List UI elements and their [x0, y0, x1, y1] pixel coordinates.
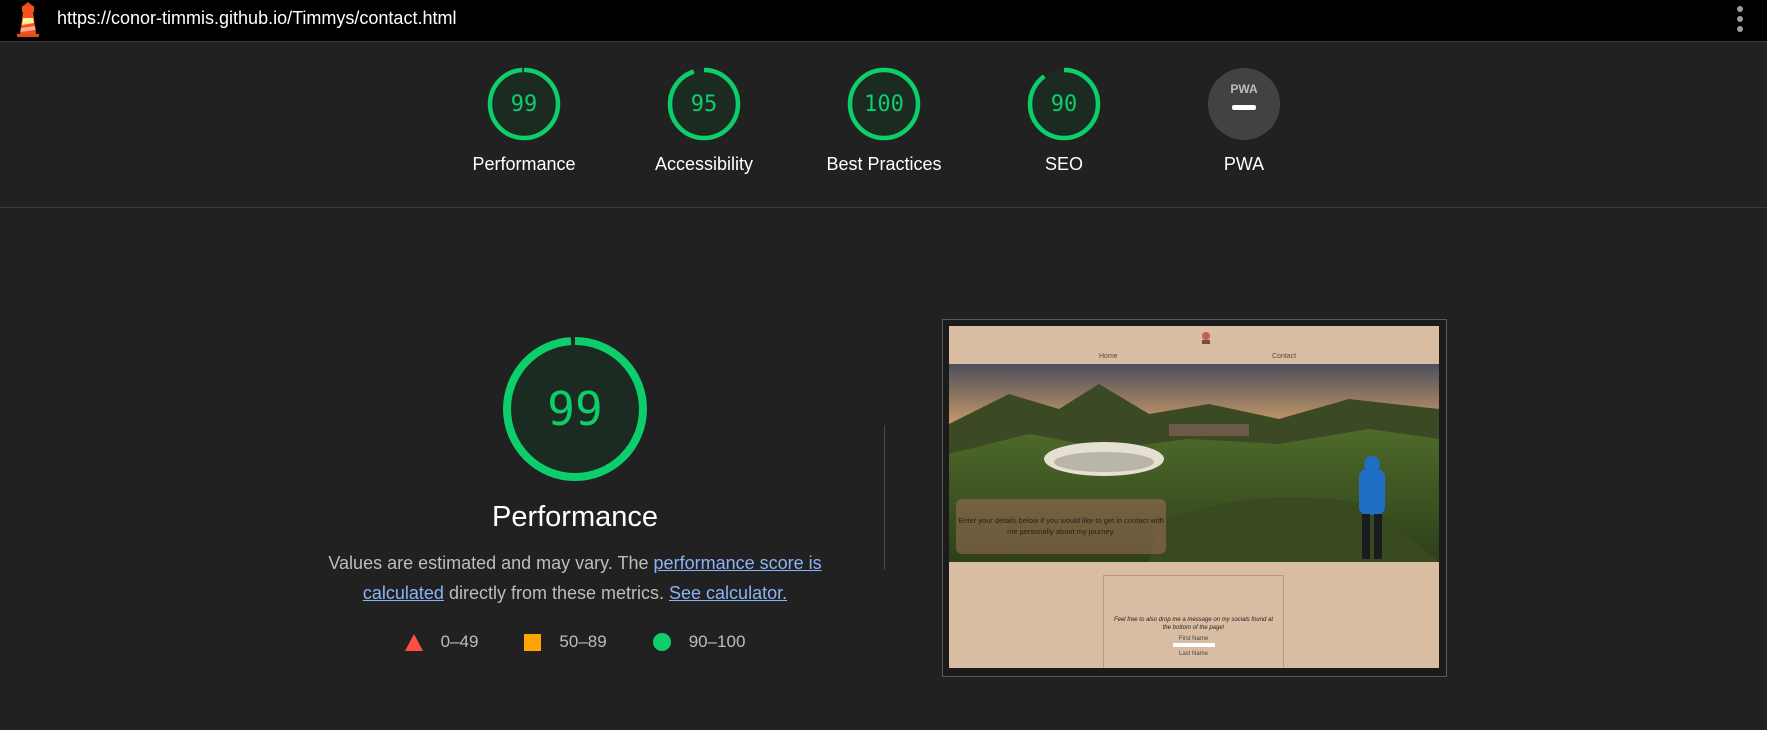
pwa-badge-icon: PWA [1208, 68, 1280, 140]
see-calculator-link[interactable]: See calculator. [669, 583, 787, 603]
gauge-score: 99 [511, 92, 538, 117]
gauge-label: SEO [1044, 154, 1083, 174]
screenshot-first-name-label: First Name [1178, 636, 1209, 642]
gauge-seo[interactable]: 90 SEO [974, 66, 1154, 175]
final-screenshot[interactable]: Home Contact Enter your details below if… [942, 319, 1447, 677]
gauge-performance[interactable]: 99 Performance [434, 66, 614, 175]
gauge-score: 95 [691, 92, 718, 117]
gauge-score: 100 [864, 92, 904, 117]
screenshot-form-note: Feel free to also drop me a message on m… [1113, 617, 1274, 631]
legend-pass: 90–100 [652, 632, 746, 652]
gauge-label: PWA [1223, 154, 1265, 174]
more-options-icon[interactable] [1735, 6, 1745, 36]
legend-range: 0–49 [440, 632, 479, 651]
performance-description: Values are estimated and may vary. The p… [315, 548, 835, 608]
triangle-icon [404, 633, 423, 651]
desc-text: Values are estimated and may vary. The [328, 553, 654, 573]
circle-icon [652, 633, 671, 651]
legend-fail: 0–49 [404, 632, 479, 652]
site-logo-icon [1202, 332, 1210, 344]
gauge-pwa[interactable]: PWA PWA [1154, 66, 1334, 175]
screenshot-nav-contact: Contact [1272, 353, 1297, 360]
square-icon [524, 633, 542, 651]
screenshot-page: Home Contact Enter your details below if… [949, 326, 1439, 668]
gauge-label: Accessibility [654, 154, 754, 174]
screenshot-first-name-input [1172, 643, 1215, 647]
performance-score: 99 [547, 382, 602, 436]
performance-title: Performance [491, 501, 658, 533]
screenshot-nav: Home Contact [949, 326, 1439, 364]
screenshot-contact-form: Feel free to also drop me a message on m… [1103, 575, 1284, 668]
legend-range: 50–89 [559, 632, 607, 651]
gauge-score: 90 [1051, 92, 1078, 117]
score-gauge-icon: 100 [847, 67, 921, 141]
score-gauge-icon: 90 [1027, 67, 1101, 141]
legend-average: 50–89 [524, 632, 607, 652]
score-gauge-icon: 99 [487, 67, 561, 141]
pwa-badge-text: PWA [1230, 82, 1258, 96]
gauge-accessibility[interactable]: 95 Accessibility [614, 66, 794, 175]
screenshot-intro-text: Enter your details below if you would li… [956, 499, 1166, 554]
performance-section: 99 Performance Values are estimated and … [300, 335, 850, 652]
top-bar: https://conor-timmis.github.io/Timmys/co… [0, 0, 1767, 42]
page-url: https://conor-timmis.github.io/Timmys/co… [57, 8, 457, 28]
performance-gauge-icon: 99 [503, 337, 647, 481]
score-legend: 0–49 50–89 90–100 [300, 632, 850, 652]
score-gauge-icon: 95 [667, 67, 741, 141]
gauge-label: Best Practices [826, 154, 942, 174]
legend-range: 90–100 [688, 632, 746, 651]
section-divider [884, 425, 885, 570]
screenshot-last-name-label: Last Name [1178, 651, 1208, 657]
gauge-best-practices[interactable]: 100 Best Practices [794, 66, 974, 175]
category-summary: 99 Performance 95 Accessibility 100 Best… [0, 42, 1767, 208]
screenshot-nav-home: Home [1099, 353, 1118, 360]
lighthouse-logo-icon [17, 2, 39, 37]
gauge-label: Performance [472, 154, 576, 174]
desc-text-mid: directly from these metrics. [443, 583, 670, 603]
